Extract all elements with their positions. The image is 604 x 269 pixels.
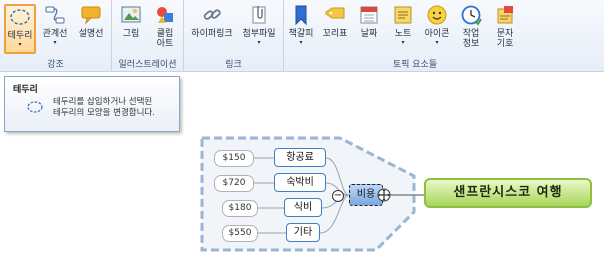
subtopic-food[interactable]: 식비 bbox=[284, 198, 322, 217]
subtopic-lodging[interactable]: 숙박비 bbox=[274, 173, 326, 192]
value-label: $150 bbox=[214, 150, 254, 167]
collapse-toggle-button[interactable]: − bbox=[332, 190, 344, 202]
subtopic-airfare[interactable]: 항공료 bbox=[274, 148, 326, 167]
value-label: $550 bbox=[222, 225, 258, 242]
move-handle-icon[interactable] bbox=[377, 188, 391, 202]
mindmap-canvas: $150 $720 $180 $550 항공료 숙박비 식비 기타 − 비용 샌… bbox=[0, 0, 604, 269]
value-label: $720 bbox=[214, 175, 254, 192]
app-window: 테두리 ▾ 관계선 ▾ 설명선 강조 그림 클립 아트 일러스트레이션 하이퍼링… bbox=[0, 0, 604, 269]
central-topic[interactable]: 샌프란시스코 여행 bbox=[424, 178, 592, 208]
value-label: $180 bbox=[222, 200, 258, 217]
subtopic-other[interactable]: 기타 bbox=[286, 223, 320, 242]
